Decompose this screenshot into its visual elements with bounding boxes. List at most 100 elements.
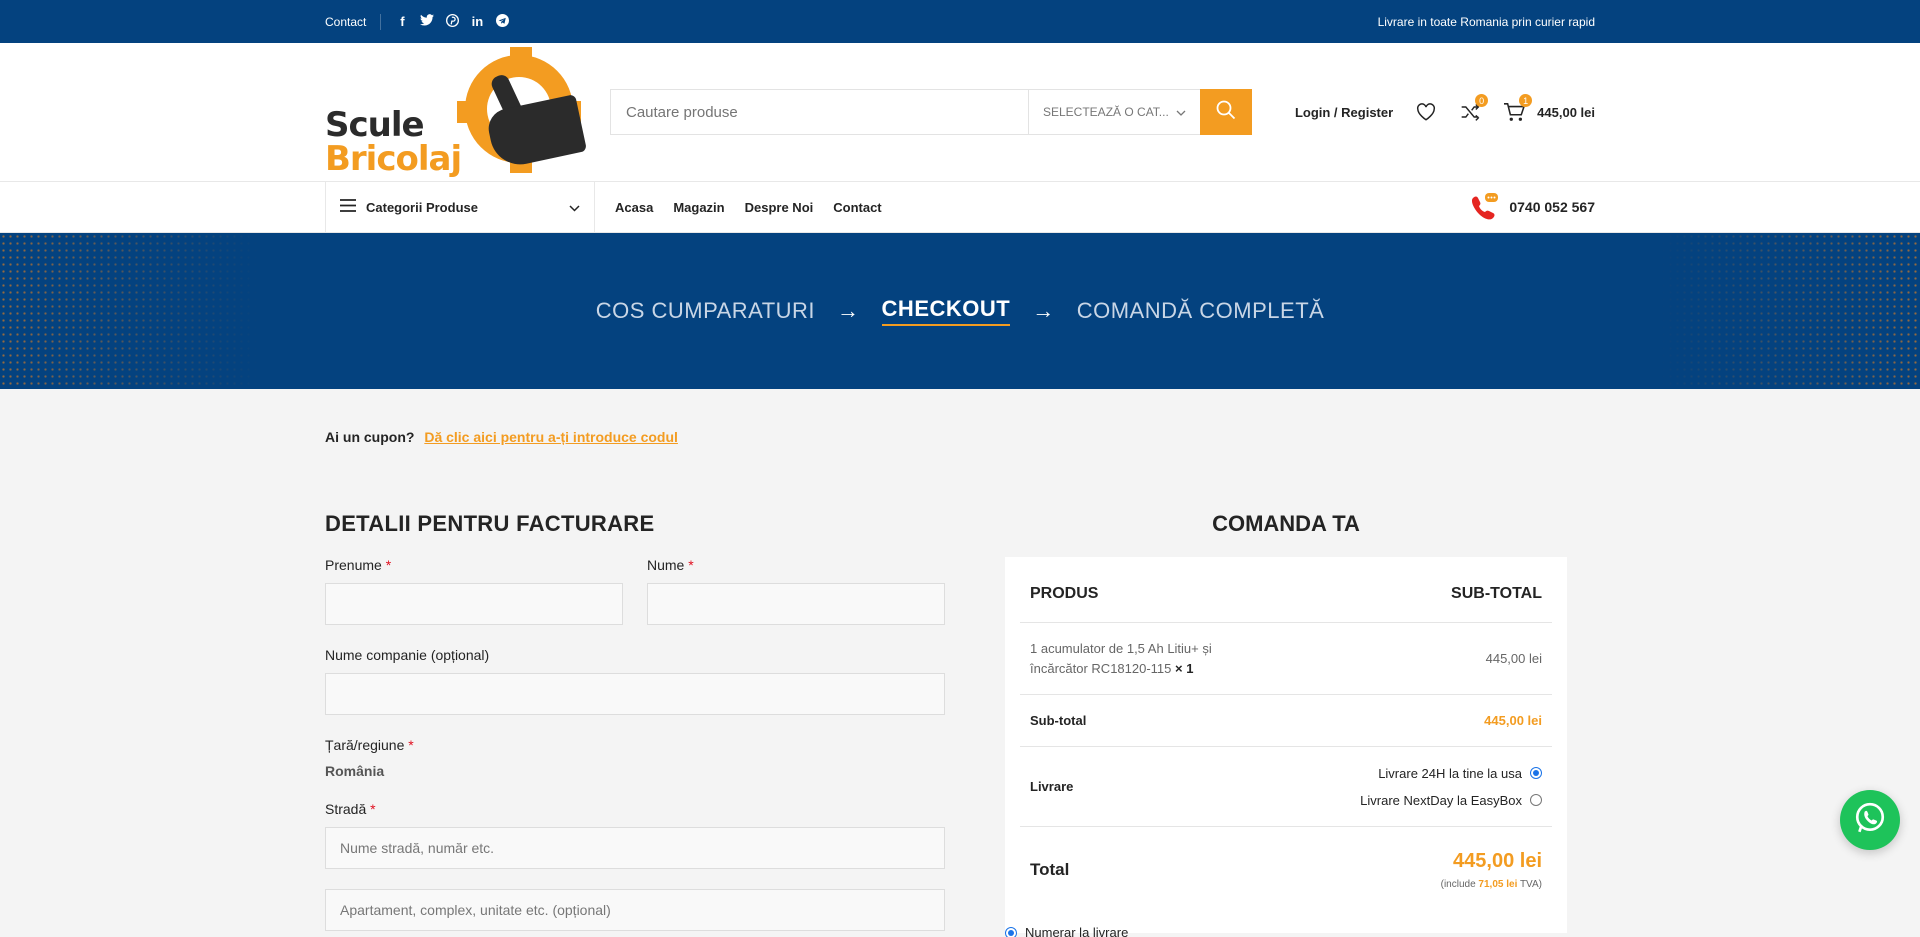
menu-item-contact[interactable]: Contact	[833, 200, 881, 215]
product-name: 1 acumulator de 1,5 Ah Litiu+ și încărcă…	[1030, 640, 1212, 676]
shipping-radio-easybox[interactable]	[1530, 794, 1542, 806]
menu-item-acasa[interactable]: Acasa	[615, 200, 653, 215]
site-header: Scule Bricolaj SELECTEAZĂ O CAT... Login…	[0, 43, 1920, 181]
coupon-question: Ai un cupon?	[325, 429, 415, 445]
street-label: Stradă	[325, 801, 367, 817]
subtotal-value: 445,00 lei	[1484, 713, 1542, 728]
chevron-down-icon	[569, 200, 580, 215]
company-label: Nume companie (opțional)	[325, 647, 490, 663]
shipping-option-easybox[interactable]: Livrare NextDay la EasyBox	[1360, 793, 1542, 808]
dot-pattern-right	[1660, 233, 1920, 389]
hamburger-icon	[340, 199, 356, 215]
checkout-steps-banner: COS CUMPARATURI → CHECKOUT → COMANDĂ COM…	[0, 233, 1920, 389]
required-marker: *	[370, 801, 376, 817]
phone-number: 0740 052 567	[1509, 199, 1595, 215]
apartment-input[interactable]: Apartament, complex, unitate etc. (opțio…	[325, 889, 945, 931]
total-value: 445,00 lei	[1453, 850, 1542, 872]
header-actions: Login / Register 0 1 445,00 lei	[1295, 94, 1595, 123]
product-qty: × 1	[1175, 660, 1194, 676]
first-name-field: Prenume *	[325, 557, 623, 625]
shipping-note: Livrare in toate Romania prin curier rap…	[1377, 14, 1595, 29]
product-price: 445,00 lei	[1485, 651, 1542, 666]
checkout-content: Ai un cupon? Dă clic aici pentru a-ți in…	[0, 389, 1920, 937]
order-table: PRODUS SUB-TOTAL 1 acumulator de 1,5 Ah …	[1005, 557, 1567, 933]
facebook-icon[interactable]: f	[395, 14, 409, 29]
vat-note: (include 71,05 lei TVA)	[1440, 879, 1542, 890]
table-row: 1 acumulator de 1,5 Ah Litiu+ și încărcă…	[1020, 623, 1552, 695]
street-input[interactable]: Nume stradă, număr etc.	[325, 827, 945, 869]
coupon-link[interactable]: Dă clic aici pentru a-ți introduce codul	[424, 429, 678, 445]
coupon-notice: Ai un cupon? Dă clic aici pentru a-ți in…	[325, 429, 678, 445]
pinterest-icon[interactable]	[445, 13, 459, 30]
step-checkout[interactable]: CHECKOUT	[881, 296, 1011, 326]
country-value: România	[325, 763, 385, 779]
required-marker: *	[408, 737, 414, 753]
menu-item-despre-noi[interactable]: Despre Noi	[745, 200, 814, 215]
total-row: Total 445,00 lei (include 71,05 lei TVA)	[1020, 827, 1552, 913]
cart-widget[interactable]: 1 445,00 lei	[1503, 94, 1595, 123]
top-bar: Contact f in Livrare in toate Romania pr…	[0, 0, 1920, 43]
company-input[interactable]	[325, 673, 945, 715]
logo-text-line2: Bricolaj	[325, 139, 462, 179]
compare-count-badge: 0	[1475, 94, 1489, 107]
top-contact-link[interactable]: Contact	[325, 15, 366, 29]
cart-icon: 1	[1503, 94, 1533, 123]
arrow-right-icon: →	[837, 298, 860, 323]
shipping-row: Livrare Livrare 24H la tine la usa Livra…	[1020, 747, 1552, 827]
categories-menu-toggle[interactable]: Categorii Produse	[325, 181, 595, 233]
payment-radio-cod[interactable]	[1005, 926, 1017, 937]
first-name-input[interactable]	[325, 583, 623, 625]
category-select[interactable]: SELECTEAZĂ O CAT...	[1028, 90, 1200, 134]
order-review: COMANDA TA PRODUS SUB-TOTAL 1 acumulator…	[1005, 511, 1567, 933]
main-navigation: Categorii Produse Acasa Magazin Despre N…	[0, 181, 1920, 233]
last-name-input[interactable]	[647, 583, 945, 625]
street-field: Stradă * Nume stradă, număr etc. Apartam…	[325, 801, 945, 931]
cart-total: 445,00 lei	[1537, 104, 1595, 120]
product-search: SELECTEAZĂ O CAT...	[610, 89, 1252, 135]
country-field: Țară/regiune * România	[325, 737, 945, 779]
payment-method-cod[interactable]: Numerar la livrare	[1005, 925, 1128, 937]
search-button[interactable]	[1200, 89, 1252, 135]
search-input[interactable]	[611, 90, 1028, 134]
social-links: f in	[380, 13, 509, 30]
twitter-icon[interactable]	[420, 14, 435, 29]
linkedin-icon[interactable]: in	[470, 14, 484, 29]
company-field: Nume companie (opțional)	[325, 647, 945, 715]
order-table-header: PRODUS SUB-TOTAL	[1020, 565, 1552, 623]
chevron-down-icon	[1176, 105, 1186, 119]
country-label: Țară/regiune	[325, 737, 405, 753]
shipping-radio-24h[interactable]	[1530, 767, 1542, 779]
subtotal-row: Sub-total 445,00 lei	[1020, 695, 1552, 747]
telegram-icon[interactable]	[495, 13, 509, 30]
phone-contact[interactable]: 0740 052 567	[1469, 192, 1595, 223]
first-name-label: Prenume	[325, 557, 382, 573]
billing-title: DETALII PENTRU FACTURARE	[325, 511, 655, 536]
menu-item-magazin[interactable]: Magazin	[673, 200, 724, 215]
search-icon	[1216, 100, 1236, 125]
dot-pattern-left	[0, 233, 260, 389]
menu-links: Acasa Magazin Despre Noi Contact	[615, 200, 882, 215]
last-name-field: Nume *	[647, 557, 945, 625]
order-title: COMANDA TA	[1212, 511, 1360, 536]
step-order-complete: COMANDĂ COMPLETĂ	[1076, 298, 1325, 323]
billing-details: DETALII PENTRU FACTURARE Prenume * Nume …	[325, 511, 945, 931]
required-marker: *	[385, 557, 392, 573]
payment-method-label: Numerar la livrare	[1025, 925, 1129, 937]
phone-icon	[1469, 192, 1499, 223]
col-product: PRODUS	[1030, 584, 1099, 602]
subtotal-label: Sub-total	[1030, 713, 1087, 728]
step-cart[interactable]: COS CUMPARATURI	[596, 298, 815, 324]
total-label: Total	[1030, 860, 1070, 879]
checkout-steps: COS CUMPARATURI → CHECKOUT → COMANDĂ COM…	[596, 296, 1325, 326]
cart-count-badge: 1	[1519, 94, 1533, 107]
shipping-label: Livrare	[1030, 779, 1074, 794]
site-logo[interactable]: Scule Bricolaj	[325, 43, 588, 181]
category-select-label: SELECTEAZĂ O CAT...	[1043, 105, 1169, 119]
whatsapp-chat-button[interactable]	[1840, 790, 1900, 850]
wishlist-heart-icon[interactable]	[1415, 101, 1437, 123]
login-register-link[interactable]: Login / Register	[1295, 105, 1393, 120]
shipping-option-24h[interactable]: Livrare 24H la tine la usa	[1378, 766, 1542, 781]
compare-shuffle-icon[interactable]: 0	[1459, 94, 1489, 123]
col-subtotal: SUB-TOTAL	[1451, 584, 1542, 602]
categories-menu-label: Categorii Produse	[366, 199, 478, 215]
